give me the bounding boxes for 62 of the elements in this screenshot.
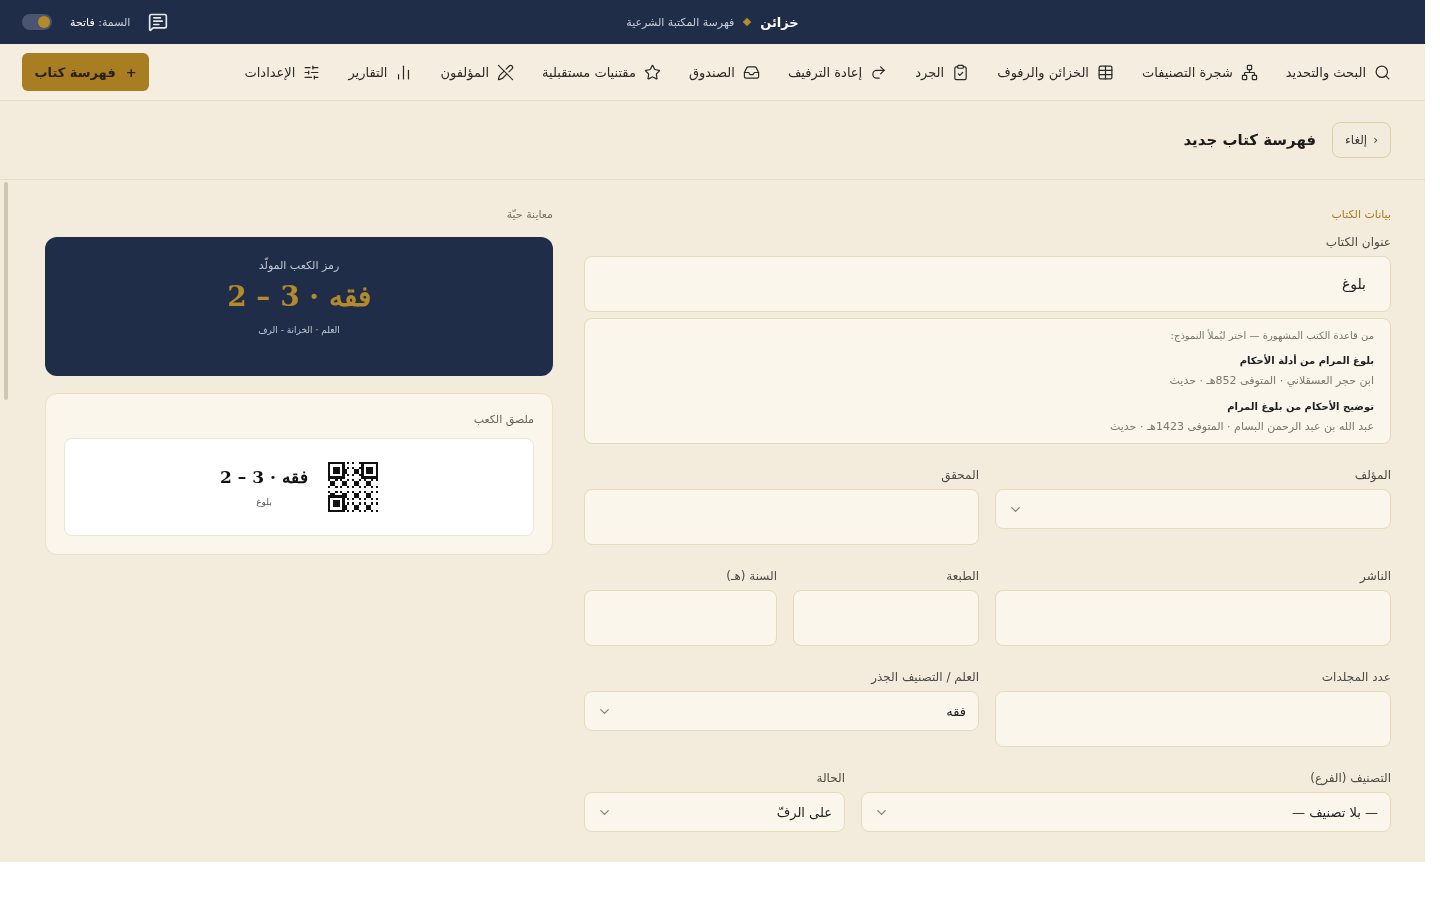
app-subtitle: فهرسة المكتبة الشرعية (626, 15, 735, 29)
nav-link[interactable]: إعادة الترفيف (787, 63, 888, 81)
field-label: المحقق (940, 468, 979, 482)
suggestions-hint: من قاعدة الكتب المشهورة — اختر ليُملأ النموذج: (1169, 330, 1374, 341)
text-field[interactable] (584, 489, 979, 545)
text-field[interactable] (995, 691, 1391, 747)
field-label: عدد المجلدات (1320, 670, 1391, 684)
field-label: المؤلف (1353, 468, 1391, 482)
nav-link[interactable]: شجرة التصنيفات (1142, 63, 1258, 81)
theme-label: السمة: فاتحة (70, 15, 131, 29)
network-icon (1240, 63, 1258, 81)
qr-code-icon (327, 462, 378, 512)
nav-link[interactable]: الإعدادات (244, 63, 321, 81)
label-code: فقه · 3 – 2 (220, 467, 308, 487)
field-label: السنة (هـ) (725, 569, 777, 583)
field-label: عنوان الكتاب (1324, 235, 1391, 249)
nav-link[interactable]: الصندوق (688, 63, 760, 81)
code-legend: العلم · الخزانة - الرف (258, 325, 340, 335)
table-icon (1097, 63, 1114, 81)
suggestion-meta: عبد الله بن عبد الرحمن البسام · المتوفى 1423هـ · حديث (1108, 420, 1374, 433)
suggestion-title[interactable]: توضيح الأحكام من بلوغ المرام (601, 401, 1374, 412)
text-field[interactable] (584, 590, 777, 646)
spine-code: فقه · 3 – 2 (227, 280, 371, 313)
page-title: فهرسة كتاب جديد (1183, 131, 1317, 149)
field-label: الناشر (1358, 569, 1391, 583)
field-label: التصنيف (الفرع) (1309, 771, 1391, 785)
suggestion-title[interactable]: بلوغ المرام من أدلة الأحكام (601, 355, 1374, 366)
select-field[interactable]: — بلا تصنيف — (861, 792, 1391, 832)
star-icon (643, 63, 661, 81)
select-field[interactable]: على الرفّ (584, 792, 845, 832)
inbox-icon (742, 63, 760, 81)
nav-link[interactable]: مقتنيات مستقبلية (542, 63, 661, 81)
label-card-title: ملصق الكعب (472, 413, 534, 426)
text-field[interactable] (995, 590, 1391, 646)
select-field[interactable] (995, 489, 1391, 529)
catalog-book-button[interactable]: + فهرسة كتاب (22, 53, 149, 91)
redo-arrow-icon (870, 63, 888, 81)
section-title: بيانات الكتاب (1330, 208, 1391, 221)
nav-link[interactable]: البحث والتحديد (1285, 63, 1391, 81)
search-icon (1374, 63, 1391, 81)
message-icon[interactable] (148, 12, 169, 32)
field-label: الطبعة (945, 569, 979, 583)
sliders-icon (303, 63, 321, 81)
brand-name: خزائن (760, 14, 799, 30)
preview-title: معاينة حيّة (505, 208, 553, 221)
title-field[interactable]: بلوغ (584, 256, 1391, 312)
pen-off-icon (497, 63, 515, 81)
code-caption: رمز الكعب المولّد (258, 259, 340, 272)
nav-link[interactable]: المؤلفون (440, 63, 515, 81)
nav-link[interactable]: الجرد (915, 63, 970, 81)
theme-toggle[interactable] (22, 14, 52, 30)
suggestion-meta: ابن حجر العسقلاني · المتوفى 852هـ · حديث (1168, 374, 1374, 387)
nav-link[interactable]: التقارير (348, 63, 413, 81)
field-label: الحالة (815, 771, 845, 785)
cancel-button[interactable]: ‹ إلغاء (1332, 122, 1391, 158)
field-label: العلم / التصنيف الجذر (869, 670, 979, 684)
select-field[interactable]: فقه (584, 691, 979, 731)
clipboard-check-icon (952, 63, 970, 81)
text-field[interactable] (793, 590, 979, 646)
scrollbar[interactable] (4, 182, 8, 400)
nav-link[interactable]: الخزائن والرفوف (997, 63, 1114, 81)
label-book-title: بلوغ (256, 497, 272, 507)
